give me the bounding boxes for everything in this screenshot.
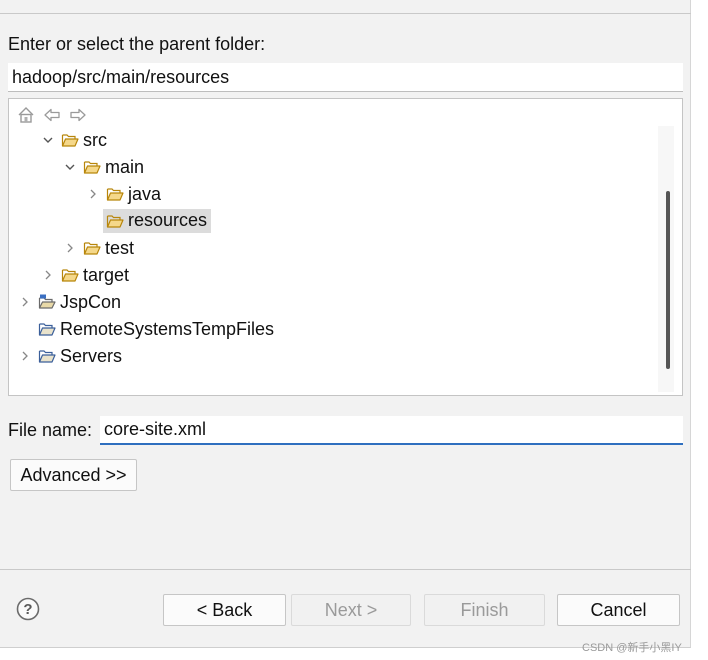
chevron-right-icon[interactable] [63, 241, 77, 255]
tree-toolbar [17, 106, 87, 124]
cancel-button[interactable]: Cancel [557, 594, 680, 626]
back-arrow-icon[interactable] [43, 106, 61, 124]
tree-item-label: src [83, 129, 107, 150]
tree-item-label: resources [128, 210, 208, 230]
selected-tree-item: resources [103, 209, 212, 233]
help-icon[interactable]: ? [16, 597, 40, 621]
parent-folder-label: Enter or select the parent folder: [8, 34, 266, 54]
tree-item-content: main [83, 157, 144, 178]
chevron-down-icon[interactable] [63, 160, 77, 174]
tree-item-label: java [128, 183, 162, 204]
tree-item-main[interactable]: main [63, 155, 144, 179]
tree-item-src[interactable]: src [41, 128, 107, 152]
chevron-down-icon[interactable] [41, 133, 55, 147]
folder-tree[interactable]: src main java resources test target JspCon Remo… [8, 98, 683, 396]
tree-item-label: Servers [60, 345, 123, 366]
tree-item-java[interactable]: java [86, 182, 161, 206]
chevron-right-icon[interactable] [86, 187, 100, 201]
tree-item-resources[interactable]: resources [86, 209, 212, 233]
tree-item-content: src [61, 130, 107, 151]
project-folder-icon [38, 348, 56, 364]
tree-item-content: Servers [38, 346, 122, 367]
tree-item-servers[interactable]: Servers [18, 344, 122, 368]
tree-item-label: JspCon [60, 291, 122, 312]
tree-item-label: main [105, 156, 145, 177]
folder-open-icon [83, 159, 101, 175]
tree-item-label: test [105, 237, 135, 258]
tree-item-label: target [83, 264, 130, 285]
folder-open-icon [106, 186, 124, 202]
tree-scrollbar-thumb[interactable] [666, 191, 670, 369]
watermark: CSDN @新手小黑IY [582, 642, 682, 654]
parent-folder-input[interactable] [8, 63, 683, 92]
home-icon[interactable] [17, 106, 35, 124]
back-button[interactable]: < Back [163, 594, 286, 626]
tree-item-test[interactable]: test [63, 236, 134, 260]
tree-item-content: RemoteSystemsTempFiles [38, 319, 274, 340]
file-name-label: File name: [8, 420, 93, 440]
chevron-right-icon[interactable] [41, 268, 55, 282]
tree-item-content: java [106, 184, 161, 205]
project-icon [38, 294, 56, 310]
project-folder-icon [38, 321, 56, 337]
folder-open-icon [61, 267, 79, 283]
forward-arrow-icon[interactable] [69, 106, 87, 124]
new-file-dialog: Enter or select the parent folder: src ma… [0, 0, 691, 648]
svg-text:?: ? [23, 601, 32, 618]
next-button[interactable]: Next > [291, 594, 411, 626]
chevron-right-icon[interactable] [18, 295, 32, 309]
folder-open-icon [61, 132, 79, 148]
tree-item-target[interactable]: target [41, 263, 129, 287]
bottom-separator [0, 569, 691, 570]
tree-item-remotesystemstempfiles[interactable]: RemoteSystemsTempFiles [18, 317, 274, 341]
top-separator [0, 13, 691, 14]
tree-item-content: test [83, 238, 134, 259]
folder-open-icon [83, 240, 101, 256]
advanced-button[interactable]: Advanced >> [10, 459, 137, 491]
file-name-input[interactable] [100, 416, 683, 445]
tree-item-label: RemoteSystemsTempFiles [60, 318, 275, 339]
tree-item-content: target [61, 265, 129, 286]
folder-open-icon [106, 213, 124, 229]
chevron-right-icon[interactable] [18, 349, 32, 363]
finish-button[interactable]: Finish [424, 594, 545, 626]
tree-item-content: JspCon [38, 292, 121, 313]
tree-item-jspcon[interactable]: JspCon [18, 290, 121, 314]
